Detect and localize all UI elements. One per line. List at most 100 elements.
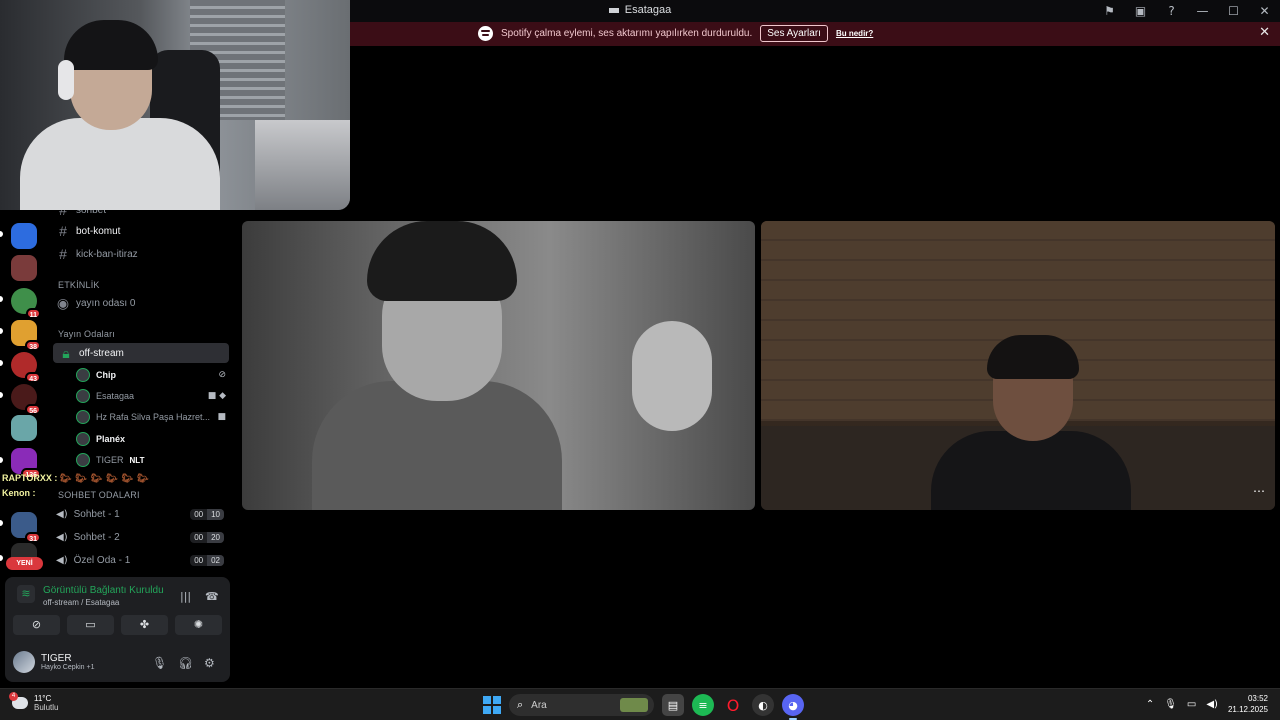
emote-icon: 🐎︎🐎︎🐎︎🐎︎🐎︎🐎︎ [59, 473, 153, 483]
streamer-hair-image [64, 20, 158, 70]
server-icon[interactable] [11, 223, 37, 249]
chat-line: RAPTORXX : 🐎︎🐎︎🐎︎🐎︎🐎︎🐎︎ [2, 473, 153, 483]
soundboard-button[interactable]: ✺ [175, 615, 222, 635]
task-view-icon[interactable]: ▤ [662, 694, 684, 716]
voice-user-planex[interactable]: Planéx [76, 430, 226, 448]
server-icon[interactable] [11, 415, 37, 441]
voice-user-tiger[interactable]: TIGER NLT [76, 451, 226, 469]
discord-app-icon[interactable]: ◕ [782, 694, 804, 720]
volume-icon[interactable]: ◀) [1206, 699, 1218, 710]
channel-list: # sohbet # bot-komut # kick-ban-itiraz ETKİ… [48, 200, 235, 580]
tray-chevron-icon[interactable]: ⌃ [1146, 699, 1154, 710]
spotify-app-icon[interactable]: ≡ [692, 694, 714, 716]
avatar [76, 453, 90, 467]
hash-icon: # [59, 223, 67, 239]
steam-icon[interactable]: ◐ [752, 694, 774, 716]
microphone-icon[interactable]: 🎙︎ [152, 656, 167, 670]
weather-badge: 4 [9, 692, 18, 701]
more-options-icon[interactable]: ⋯ [1253, 484, 1265, 498]
spotify-icon [478, 26, 493, 41]
voice-connection-panel: ≋ Görüntülü Bağlantı Kuruldu off-stream … [5, 577, 230, 682]
video-tile-right[interactable]: ⋯ [761, 221, 1275, 510]
mention-count-badge: 31 [25, 532, 41, 543]
user-count: 00 02 [190, 554, 224, 566]
unread-pip [0, 231, 3, 237]
mention-count-badge: 56 [25, 404, 41, 415]
spotify-notice-bar: Spotify çalma eylemi, ses aktarımı yapıl… [350, 22, 1280, 46]
unread-pip [0, 392, 3, 398]
settings-gear-icon[interactable]: ⚙ [204, 656, 215, 670]
voice-channel-ozel-oda-1[interactable]: ◀) Özel Oda - 1 00 02 [56, 550, 230, 570]
user-avatar[interactable] [13, 651, 35, 673]
maximize-button[interactable]: ☐ [1218, 4, 1249, 18]
username: TIGER [41, 653, 72, 664]
category-stream-rooms[interactable]: Yayın Odaları [58, 329, 115, 339]
camera-off-button[interactable]: ⊘ [13, 615, 60, 635]
speaker-icon: ◀) [56, 508, 68, 520]
taskbar-search[interactable]: ⌕ Ara [509, 694, 654, 716]
stage-icon: ◉ [56, 294, 70, 311]
camera-icon: ■ [217, 412, 226, 422]
temperature: 11°C [34, 694, 52, 703]
server-icon[interactable]: 38 [11, 320, 41, 351]
close-notice-icon[interactable]: ✕ [1259, 25, 1270, 40]
voice-user-hz-rafa[interactable]: Hz Rafa Silva Paşa Hazret... ■ [76, 408, 226, 426]
sound-settings-button[interactable]: Ses Ayarları [760, 25, 828, 42]
tray-mic-icon[interactable]: 🎙︎ [1164, 699, 1177, 710]
server-icon[interactable]: 43 [11, 352, 41, 383]
cloud-icon: 4 [9, 692, 28, 709]
mention-count-badge: 38 [25, 340, 41, 351]
close-window-button[interactable]: ✕ [1249, 4, 1280, 18]
screen-share-button[interactable]: ▭ [67, 615, 114, 635]
what-is-this-link[interactable]: Bu nedir? [836, 29, 873, 38]
channel-yayin-odasi[interactable]: ◉ yayın odası 0 [56, 293, 230, 313]
participant-body-image [931, 431, 1131, 510]
new-badge: YENİ [6, 557, 43, 570]
weather-widget[interactable]: 4 11°C Bulutlu [9, 692, 58, 712]
voice-user-esatagaa[interactable]: Esatagaa ■ ◆ [76, 387, 226, 405]
voice-location[interactable]: off-stream / Esatagaa [43, 598, 164, 607]
flag-icon[interactable]: ⚑ [1094, 4, 1125, 18]
date: 21.12.2025 [1227, 705, 1268, 714]
video-tile-left[interactable] [242, 221, 755, 510]
notice-message: Spotify çalma eylemi, ses aktarımı yapıl… [501, 28, 753, 39]
voice-channel-sohbet-2[interactable]: ◀) Sohbet - 2 00 20 [56, 527, 230, 547]
channel-bot-komut[interactable]: # bot-komut [56, 221, 230, 241]
noise-suppression-icon[interactable]: ||| [180, 590, 191, 603]
network-icon[interactable]: ▭ [1187, 699, 1196, 710]
disconnect-icon[interactable]: ☎ [205, 590, 219, 603]
activities-button[interactable]: ✤ [121, 615, 168, 635]
channel-kick-ban-itiraz[interactable]: # kick-ban-itiraz [56, 244, 230, 264]
minimize-button[interactable]: — [1187, 4, 1218, 18]
avatar [76, 432, 90, 446]
inbox-icon[interactable]: ▣ [1125, 4, 1156, 18]
camera-icon: ■ ◆ [207, 391, 226, 401]
voice-user-chip[interactable]: Chip ⊘ [76, 366, 226, 384]
help-icon[interactable]: ? [1156, 4, 1187, 18]
time: 03:52 [1247, 694, 1268, 703]
server-icon[interactable]: 31 [11, 512, 41, 543]
channel-off-stream[interactable]: 🔒︎ off-stream [53, 343, 229, 363]
unread-pip [0, 520, 3, 526]
start-windows-icon[interactable] [483, 696, 501, 714]
server-icon[interactable]: 56 [11, 384, 41, 415]
unread-pip [0, 360, 3, 366]
category-events[interactable]: ETKİNLİK [58, 280, 100, 290]
server-rail: 11 38 43 56 136 31 [0, 210, 48, 578]
mention-count-badge: 11 [25, 308, 41, 319]
server-icon[interactable]: 11 [11, 288, 41, 319]
user-activity: Hayko Cepkin +1 [41, 664, 95, 671]
opera-gx-icon[interactable]: O [722, 694, 744, 716]
streamer-webcam [0, 0, 350, 210]
voice-status[interactable]: Görüntülü Bağlantı Kuruldu [43, 585, 164, 596]
stream-chat-overlay: RAPTORXX : 🐎︎🐎︎🐎︎🐎︎🐎︎🐎︎ Kenon : [2, 473, 152, 498]
avatar [76, 410, 90, 424]
voice-channel-sohbet-1[interactable]: ◀) Sohbet - 1 00 10 [56, 504, 230, 524]
signal-icon[interactable]: ≋ [17, 585, 35, 603]
server-icon[interactable] [11, 255, 37, 281]
avatar [76, 389, 90, 403]
clock[interactable]: 03:52 21.12.2025 [1228, 693, 1268, 715]
server-icon[interactable]: 136 [11, 448, 41, 479]
headphones-icon[interactable]: 🎧︎ [178, 656, 193, 670]
unread-pip [0, 328, 3, 334]
